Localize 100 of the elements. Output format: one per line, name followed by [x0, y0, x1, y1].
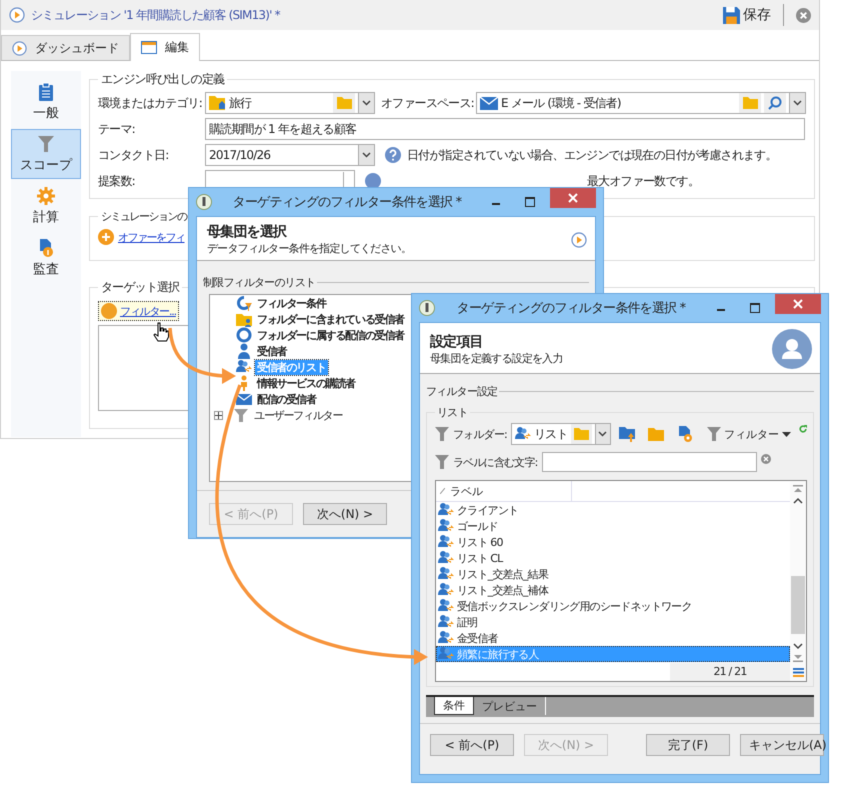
- menu-icon[interactable]: [792, 668, 804, 677]
- record-count: 21 / 21: [670, 663, 790, 681]
- close-button[interactable]: [550, 188, 596, 208]
- people-icon: [438, 550, 454, 566]
- list-row[interactable]: 金受信者: [436, 630, 790, 646]
- sort-icon: [440, 488, 445, 494]
- section-title: 制限フィルターのリスト: [203, 275, 316, 290]
- dropdown-button[interactable]: [358, 93, 374, 113]
- list-row[interactable]: ゴールド: [436, 518, 790, 534]
- dialog-subheading: 母集団を定義する設定を入力: [430, 350, 564, 366]
- theme-field[interactable]: 購読期間が 1 年を超える顧客: [205, 118, 805, 140]
- clear-icon: [760, 454, 771, 464]
- section-title: フィルター設定: [426, 384, 498, 399]
- people-icon: [438, 534, 454, 550]
- maximize-icon: [750, 303, 760, 313]
- tab[interactable]: プレビュー: [474, 697, 546, 715]
- filter-dropdown-button[interactable]: フィルター: [702, 426, 795, 442]
- tree-item[interactable]: フォルダーに含まれている受信者: [255, 312, 406, 326]
- envelope-icon: [480, 96, 498, 110]
- scroll-up-icon[interactable]: [793, 497, 803, 505]
- list-row[interactable]: クライアント: [436, 502, 790, 518]
- chevron-icon: [362, 152, 371, 158]
- folder-arrow-icon: [618, 426, 636, 442]
- dot-icon: [101, 303, 117, 319]
- envelope-icon: [236, 391, 252, 407]
- scroll-down-icon[interactable]: [793, 642, 803, 650]
- folder-icon: [648, 428, 665, 440]
- play-icon: [571, 232, 587, 248]
- people-icon: [438, 566, 454, 582]
- tree-item[interactable]: フォルダーに属する配信の受信者: [255, 328, 406, 342]
- close-button[interactable]: [775, 294, 821, 314]
- search-button[interactable]: [764, 93, 786, 113]
- dropdown-button[interactable]: [594, 424, 610, 444]
- tree-item[interactable]: 情報サービスの購読者: [255, 376, 358, 390]
- tree-item[interactable]: ユーザーフィルター: [252, 408, 344, 422]
- date-field[interactable]: 2017/10/26: [205, 144, 375, 166]
- expand-button[interactable]: [214, 410, 223, 420]
- group-title: ターゲット選択: [100, 279, 180, 296]
- list-row[interactable]: リスト CL: [436, 550, 790, 566]
- field-label: 提案数:: [98, 172, 136, 190]
- chevron-icon: [793, 100, 802, 106]
- close-icon: [793, 299, 803, 309]
- document-gear-icon: [676, 426, 693, 442]
- wizard-button[interactable]: キャンセル(A): [740, 734, 824, 756]
- refresh-icon: [798, 424, 807, 434]
- save-button[interactable]: 保存: [723, 6, 771, 24]
- folder-person-icon: [236, 311, 252, 327]
- offer-link[interactable]: オファーをフィ: [118, 230, 184, 244]
- help-text: 最大オファー数です。: [587, 172, 700, 190]
- help-icon: [385, 147, 401, 163]
- folder-field[interactable]: リスト: [510, 423, 611, 445]
- maximize-icon: [525, 197, 535, 207]
- dropdown-button[interactable]: [358, 145, 374, 165]
- people-icon: [438, 502, 454, 518]
- search-icon: [768, 96, 782, 110]
- group-title: エンジン呼び出しの定義: [100, 71, 226, 88]
- sidebar-item[interactable]: 一般: [11, 77, 81, 127]
- label-search-field[interactable]: [542, 452, 757, 472]
- wizard-button[interactable]: 次へ(N) >: [303, 503, 387, 525]
- plus-icon: [215, 412, 222, 418]
- dropdown-button[interactable]: [789, 93, 805, 113]
- funnel-icon: [38, 134, 54, 152]
- list-row[interactable]: リスト_交差点_結果: [436, 566, 790, 582]
- tree-item[interactable]: 受信者: [255, 344, 288, 358]
- list-row[interactable]: リスト_交差点_補体: [436, 582, 790, 598]
- help-text: 日付が指定されていない場合、エンジンでは現在の日付が考慮されます。: [407, 146, 777, 164]
- list-row[interactable]: 受信ボックスレンダリング用のシードネットワーク: [436, 598, 790, 614]
- people-icon: [438, 582, 454, 598]
- sidebar-item[interactable]: スコープ: [11, 129, 81, 179]
- list-row[interactable]: リスト 60: [436, 534, 790, 550]
- dialog-title: ターゲティングのフィルター条件を選択 *: [232, 194, 463, 211]
- dialog-heading: 母集団を選択: [207, 223, 288, 241]
- list-row[interactable]: 証明: [436, 614, 790, 630]
- offer-space-field[interactable]: E メール (環境 - 受信者): [476, 92, 806, 114]
- chevron-icon: [598, 431, 608, 437]
- tab[interactable]: ダッシュボード: [1, 35, 130, 60]
- tab[interactable]: 編集: [130, 33, 200, 61]
- chevron-icon: [362, 100, 371, 106]
- clipboard-icon: [39, 82, 53, 100]
- category-field[interactable]: 旅行: [205, 92, 375, 114]
- funnel-icon: [435, 454, 449, 470]
- caret-icon: [782, 432, 791, 436]
- scrollbar-thumb[interactable]: [791, 576, 805, 634]
- tab[interactable]: 条件: [434, 697, 474, 715]
- sidebar-item[interactable]: 計算: [11, 181, 81, 231]
- sidebar-item[interactable]: 監査: [11, 233, 81, 283]
- wizard-button[interactable]: < 前へ(P): [430, 734, 514, 756]
- people-icon: [438, 630, 454, 646]
- field-label: 環境またはカテゴリ:: [98, 94, 204, 112]
- wizard-button[interactable]: 完了(F): [646, 734, 730, 756]
- tree-item[interactable]: フィルター条件: [255, 296, 328, 310]
- filter-link[interactable]: フィルター...: [98, 301, 179, 321]
- dialog-subheading: データフィルター条件を指定してください。: [207, 241, 412, 256]
- people-icon: [514, 426, 531, 442]
- avatar-icon: [772, 329, 812, 369]
- group-title: リスト: [436, 405, 469, 420]
- tree-item[interactable]: 配信の受信者: [255, 392, 318, 406]
- close-button[interactable]: [796, 8, 811, 22]
- people-icon: [236, 359, 252, 375]
- people-icon: [438, 646, 454, 662]
